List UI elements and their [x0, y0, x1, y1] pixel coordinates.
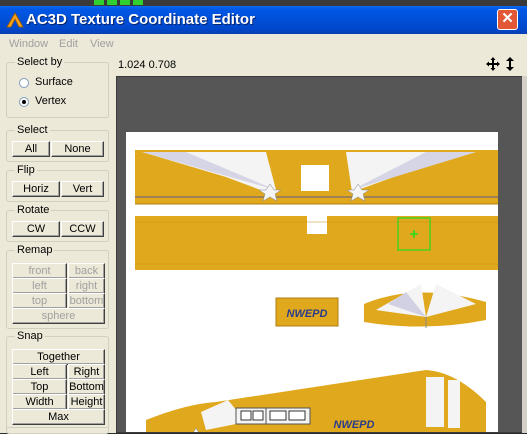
viewport-scrollbar-edge[interactable]: [522, 76, 527, 433]
select-group: Select All None: [6, 124, 109, 162]
snap-height-button[interactable]: Height: [68, 394, 105, 410]
snap-width-button[interactable]: Width: [12, 394, 67, 410]
snap-right-button[interactable]: Right: [68, 364, 105, 380]
fuselage-piece: NWEPD: [146, 370, 486, 432]
coordinate-readout: 1.024 0.708: [118, 59, 177, 71]
wing-top-piece: [135, 150, 499, 205]
tool-sidebar: Select by Surface Vertex Select All None…: [0, 55, 113, 434]
snap-top-button[interactable]: Top: [12, 379, 67, 395]
nwepd-fuselage-label: NWEPD: [334, 419, 375, 431]
texture-image: NWEPD NWEPD: [135, 150, 499, 432]
background-marker: [133, 0, 143, 5]
flip-label: Flip: [15, 164, 37, 176]
close-button[interactable]: ✕: [497, 9, 518, 30]
select-label: Select: [15, 124, 50, 136]
nwepd-plate: NWEPD: [275, 297, 339, 327]
snap-together-button[interactable]: Together: [12, 349, 105, 365]
vertical-move-icon[interactable]: [505, 57, 515, 71]
flip-vert-button[interactable]: Vert: [61, 181, 104, 197]
rotate-cw-button[interactable]: CW: [12, 221, 60, 237]
snap-label: Snap: [15, 330, 45, 342]
menu-edit[interactable]: Edit: [59, 38, 78, 50]
remap-label: Remap: [15, 244, 55, 256]
remap-bottom-button[interactable]: bottom: [68, 293, 105, 309]
texture-canvas[interactable]: NWEPD NWEPD: [126, 132, 499, 432]
texture-viewport[interactable]: NWEPD NWEPD: [116, 76, 523, 433]
remap-top-button[interactable]: top: [12, 293, 67, 309]
menu-window[interactable]: Window: [9, 38, 48, 50]
editor-window: AC3D Texture Coordinate Editor ✕ Window …: [0, 6, 527, 434]
close-icon: ✕: [501, 10, 514, 27]
flip-horiz-button[interactable]: Horiz: [12, 181, 60, 197]
remap-left-button[interactable]: left: [12, 278, 67, 294]
rotate-group: Rotate CW CCW: [6, 204, 109, 242]
vertex-radio-label[interactable]: Vertex: [35, 95, 66, 107]
snap-group: Snap Together Left Right Top Bottom Widt…: [6, 330, 109, 434]
rotate-label: Rotate: [15, 204, 52, 216]
rotate-ccw-button[interactable]: CCW: [61, 221, 104, 237]
remap-front-button[interactable]: front: [12, 263, 67, 279]
remap-back-button[interactable]: back: [68, 263, 105, 279]
flip-group: Flip Horiz Vert: [6, 164, 109, 202]
wing-bottom-piece: [135, 216, 499, 270]
move-icon[interactable]: [486, 57, 500, 71]
app-logo-icon: [6, 12, 24, 28]
snap-left-button[interactable]: Left: [12, 364, 67, 380]
surface-radio-label[interactable]: Surface: [35, 76, 73, 88]
vertex-radio[interactable]: [19, 97, 29, 107]
title-bar[interactable]: AC3D Texture Coordinate Editor ✕: [0, 6, 527, 34]
remap-sphere-button[interactable]: sphere: [12, 308, 105, 324]
window-title: AC3D Texture Coordinate Editor: [26, 11, 255, 28]
select-by-label: Select by: [15, 56, 65, 68]
background-marker: [94, 0, 104, 5]
select-all-button[interactable]: All: [12, 141, 50, 157]
snap-max-button[interactable]: Max: [12, 409, 105, 425]
tail-piece: [364, 284, 486, 328]
nwepd-label: NWEPD: [287, 308, 328, 320]
select-none-button[interactable]: None: [51, 141, 104, 157]
radio-selected-dot: [22, 100, 26, 104]
remap-group: Remap front back left right top bottom s…: [6, 244, 109, 329]
background-marker: [120, 0, 130, 5]
background-marker: [107, 0, 117, 5]
menu-bar: Window Edit View: [0, 34, 527, 55]
remap-right-button[interactable]: right: [68, 278, 105, 294]
select-by-group: Select by Surface Vertex: [6, 56, 109, 118]
menu-view[interactable]: View: [90, 38, 114, 50]
surface-radio[interactable]: [19, 78, 29, 88]
snap-bottom-button[interactable]: Bottom: [68, 379, 105, 395]
